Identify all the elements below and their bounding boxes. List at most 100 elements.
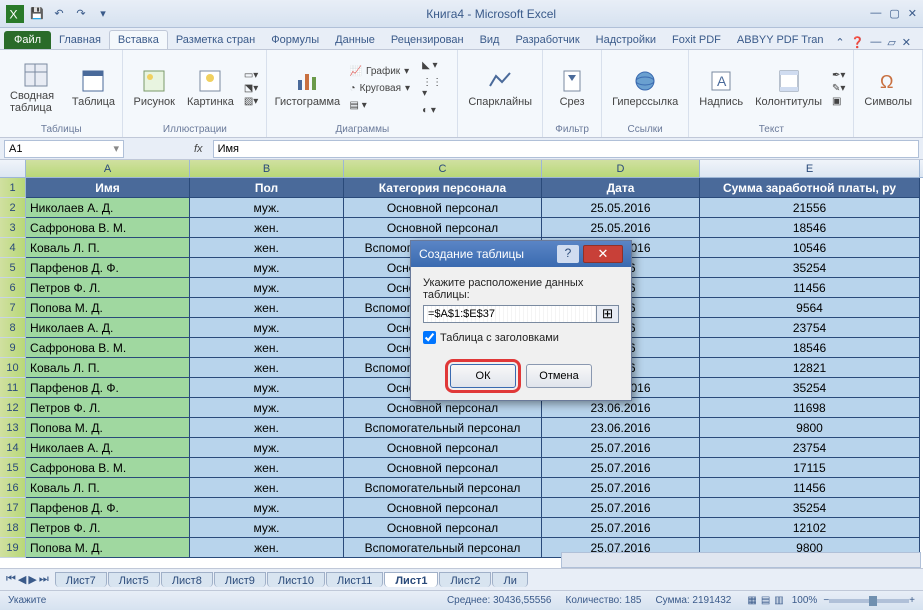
- tab-data[interactable]: Данные: [327, 31, 383, 49]
- col-header-c[interactable]: C: [344, 160, 542, 177]
- data-cell[interactable]: 11456: [700, 278, 920, 298]
- data-cell[interactable]: 9564: [700, 298, 920, 318]
- picture-button[interactable]: Рисунок: [131, 66, 177, 110]
- data-cell[interactable]: 35254: [700, 258, 920, 278]
- row-header[interactable]: 19: [0, 538, 26, 558]
- view-pagebreak-icon[interactable]: ▥: [774, 595, 783, 606]
- qat-more-icon[interactable]: ▾: [94, 5, 112, 23]
- sheet-tab[interactable]: Лист5: [108, 572, 160, 587]
- data-cell[interactable]: жен.: [190, 478, 344, 498]
- data-cell[interactable]: Вспомогательный персонал: [344, 418, 542, 438]
- horizontal-scrollbar[interactable]: [561, 552, 921, 568]
- sheet-prev-icon[interactable]: ◀: [18, 573, 26, 586]
- data-cell[interactable]: 25.07.2016: [542, 438, 700, 458]
- data-cell[interactable]: 18546: [700, 218, 920, 238]
- close-window-icon[interactable]: ✕: [908, 7, 917, 20]
- header-cell[interactable]: Имя: [26, 178, 190, 198]
- tab-abbyy[interactable]: ABBYY PDF Tran: [729, 31, 832, 49]
- wordart-icon[interactable]: ✒▾: [832, 70, 845, 81]
- tab-addins[interactable]: Надстройки: [588, 31, 664, 49]
- data-cell[interactable]: Николаев А. Д.: [26, 198, 190, 218]
- sheet-tab[interactable]: Лист1: [384, 572, 438, 587]
- header-cell[interactable]: Сумма заработной платы, ру: [700, 178, 920, 198]
- fx-icon[interactable]: fx: [184, 143, 213, 155]
- textbox-button[interactable]: AНадпись: [697, 66, 745, 110]
- data-cell[interactable]: муж.: [190, 258, 344, 278]
- data-cell[interactable]: 12821: [700, 358, 920, 378]
- data-cell[interactable]: муж.: [190, 498, 344, 518]
- header-cell[interactable]: Пол: [190, 178, 344, 198]
- data-cell[interactable]: 25.05.2016: [542, 218, 700, 238]
- data-cell[interactable]: муж.: [190, 378, 344, 398]
- inner-close-icon[interactable]: ✕: [902, 36, 911, 49]
- zoom-in-icon[interactable]: +: [909, 595, 915, 606]
- sheet-next-icon[interactable]: ▶: [28, 573, 36, 586]
- smartart-icon[interactable]: ⬔▾: [244, 83, 258, 94]
- data-cell[interactable]: Попова М. Д.: [26, 418, 190, 438]
- pie-chart-button[interactable]: ◔ Круговая ▾: [348, 81, 413, 96]
- headers-checkbox[interactable]: [423, 331, 436, 344]
- data-cell[interactable]: Парфенов Д. Ф.: [26, 498, 190, 518]
- data-cell[interactable]: Сафронова В. М.: [26, 218, 190, 238]
- row-header[interactable]: 9: [0, 338, 26, 358]
- object-icon[interactable]: ▣: [832, 96, 845, 107]
- pivot-table-button[interactable]: Сводная таблица: [8, 60, 64, 116]
- data-cell[interactable]: Основной персонал: [344, 218, 542, 238]
- data-cell[interactable]: 9800: [700, 418, 920, 438]
- sheet-tab[interactable]: Лист8: [161, 572, 213, 587]
- ok-button[interactable]: ОК: [450, 364, 516, 388]
- data-cell[interactable]: Основной персонал: [344, 458, 542, 478]
- signature-icon[interactable]: ✎▾: [832, 83, 845, 94]
- data-cell[interactable]: 25.07.2016: [542, 458, 700, 478]
- data-cell[interactable]: муж.: [190, 438, 344, 458]
- sheet-tab[interactable]: Лист7: [55, 572, 107, 587]
- data-cell[interactable]: 10546: [700, 238, 920, 258]
- data-cell[interactable]: 23754: [700, 438, 920, 458]
- sheet-first-icon[interactable]: ⏮: [6, 573, 16, 586]
- data-cell[interactable]: Николаев А. Д.: [26, 438, 190, 458]
- col-header-b[interactable]: B: [190, 160, 344, 177]
- view-layout-icon[interactable]: ▤: [761, 595, 770, 606]
- sheet-tab[interactable]: Лист11: [326, 572, 383, 587]
- data-cell[interactable]: жен.: [190, 238, 344, 258]
- row-header[interactable]: 7: [0, 298, 26, 318]
- save-icon[interactable]: 💾: [28, 5, 46, 23]
- area-chart-button[interactable]: ◣ ▾: [420, 58, 449, 73]
- data-cell[interactable]: Основной персонал: [344, 518, 542, 538]
- data-cell[interactable]: 12102: [700, 518, 920, 538]
- col-header-a[interactable]: A: [26, 160, 190, 177]
- sheet-tab[interactable]: Лист9: [214, 572, 266, 587]
- row-header[interactable]: 17: [0, 498, 26, 518]
- data-cell[interactable]: жен.: [190, 458, 344, 478]
- data-cell[interactable]: Петров Ф. Л.: [26, 518, 190, 538]
- data-cell[interactable]: 11698: [700, 398, 920, 418]
- data-cell[interactable]: Основной персонал: [344, 438, 542, 458]
- header-cell[interactable]: Категория персонала: [344, 178, 542, 198]
- row-header[interactable]: 14: [0, 438, 26, 458]
- zoom-slider[interactable]: [829, 599, 909, 603]
- tab-file[interactable]: Файл: [4, 31, 51, 49]
- slicer-button[interactable]: Срез: [551, 66, 593, 110]
- data-cell[interactable]: 35254: [700, 378, 920, 398]
- sheet-tab[interactable]: Ли: [492, 572, 527, 587]
- range-input[interactable]: [423, 305, 597, 323]
- other-charts-button[interactable]: ◐ ▾: [420, 103, 449, 118]
- tab-foxit[interactable]: Foxit PDF: [664, 31, 729, 49]
- data-cell[interactable]: жен.: [190, 338, 344, 358]
- tab-formulas[interactable]: Формулы: [263, 31, 327, 49]
- data-cell[interactable]: жен.: [190, 298, 344, 318]
- help-icon[interactable]: ❓: [851, 36, 865, 49]
- data-cell[interactable]: Парфенов Д. Ф.: [26, 258, 190, 278]
- cancel-button[interactable]: Отмена: [526, 364, 592, 388]
- tab-insert[interactable]: Вставка: [109, 30, 168, 49]
- data-cell[interactable]: Петров Ф. Л.: [26, 278, 190, 298]
- row-header[interactable]: 3: [0, 218, 26, 238]
- dialog-help-icon[interactable]: ?: [557, 245, 579, 263]
- redo-icon[interactable]: ↷: [72, 5, 90, 23]
- data-cell[interactable]: Коваль Л. П.: [26, 358, 190, 378]
- data-cell[interactable]: 25.05.2016: [542, 198, 700, 218]
- row-header[interactable]: 5: [0, 258, 26, 278]
- formula-bar[interactable]: Имя: [213, 140, 919, 158]
- maximize-icon[interactable]: ▢: [889, 7, 899, 20]
- data-cell[interactable]: Коваль Л. П.: [26, 478, 190, 498]
